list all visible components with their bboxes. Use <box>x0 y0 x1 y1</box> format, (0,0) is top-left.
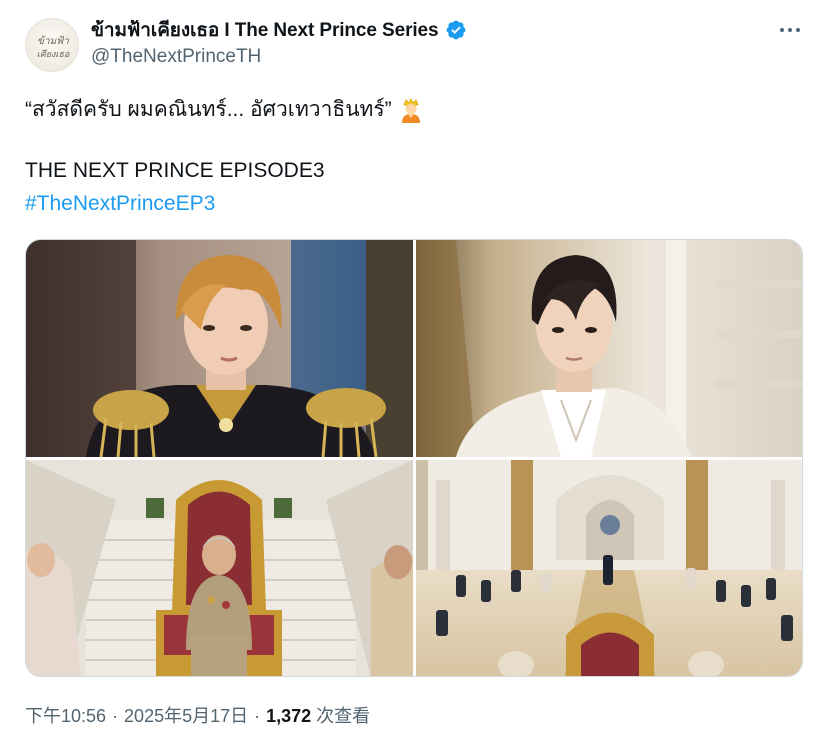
more-dot-icon <box>788 28 792 32</box>
person-with-crown-emoji-icon <box>398 97 424 123</box>
photo-1[interactable] <box>26 240 413 457</box>
tweet-text-line-2: THE NEXT PRINCE EPISODE3 <box>25 159 325 182</box>
photo-4[interactable] <box>416 460 802 676</box>
verified-badge-icon <box>445 19 467 41</box>
avatar[interactable]: ข้ามฟ้า เคียงเธอ <box>25 18 79 72</box>
author-name-row[interactable]: ข้ามฟ้าเคียงเธอ I The Next Prince Series <box>91 17 467 43</box>
tweet-text-line-1: “สวัสดีครับ ผมคณินทร์... อัศวเทวาธินทร์” <box>25 93 424 126</box>
tweet-date[interactable]: 2025年5月17日 <box>124 702 248 728</box>
photo-3[interactable] <box>26 460 413 676</box>
views-label: 次查看 <box>311 706 371 726</box>
display-name[interactable]: ข้ามฟ้าเคียงเธอ I The Next Prince Series <box>91 15 439 45</box>
more-dot-icon <box>780 28 784 32</box>
more-options-button[interactable] <box>772 16 808 44</box>
tweet-quote: “สวัสดีครับ ผมคณินทร์... อัศวเทวาธินทร์” <box>25 98 392 121</box>
tweet-meta: 下午10:56 · 2025年5月17日 · 1,372 次查看 <box>25 702 370 728</box>
tweet[interactable]: ข้ามฟ้า เคียงเธอ ข้ามฟ้าเคียงเธอ I The N… <box>0 0 831 752</box>
tweet-time[interactable]: 下午10:56 <box>25 702 106 728</box>
views-count: 1,372 <box>266 706 312 726</box>
meta-separator: · <box>254 706 261 726</box>
media-grid <box>25 239 803 677</box>
avatar-logo: ข้ามฟ้า เคียงเธอ <box>37 35 70 60</box>
more-dot-icon <box>796 28 800 32</box>
handle[interactable]: @TheNextPrinceTH <box>91 46 261 68</box>
avatar-text-2: เคียงเธอ <box>37 49 70 60</box>
meta-separator: · <box>112 706 119 726</box>
hashtag-link[interactable]: #TheNextPrinceEP3 <box>25 192 215 216</box>
avatar-text-1: ข้ามฟ้า <box>37 35 69 47</box>
photo-2[interactable] <box>416 240 802 457</box>
